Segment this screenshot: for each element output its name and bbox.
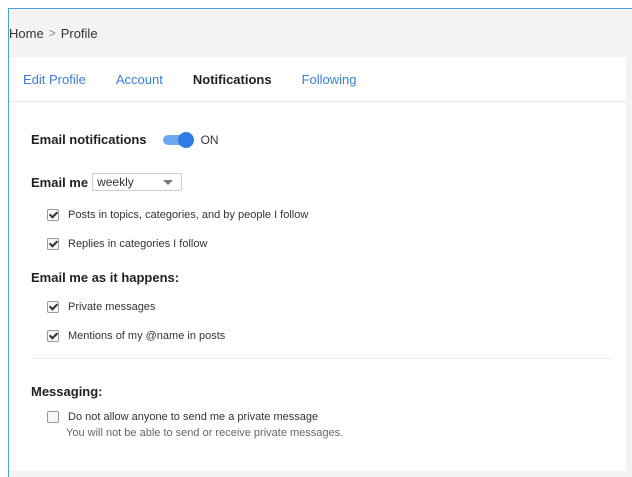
- breadcrumb-separator-icon: >: [48, 26, 56, 40]
- option-replies-categories: Replies in categories I follow: [47, 238, 207, 250]
- checkbox-mentions[interactable]: [47, 330, 59, 342]
- checkbox-posts-followed[interactable]: [47, 209, 59, 221]
- tab-edit-profile[interactable]: Edit Profile: [23, 72, 86, 87]
- option-label: Replies in categories I follow: [68, 238, 208, 250]
- option-mentions: Mentions of my @name in posts: [47, 330, 225, 342]
- email-frequency-value: weekly: [97, 175, 134, 189]
- messaging-heading: Messaging:: [31, 384, 103, 399]
- tab-notifications[interactable]: Notifications: [193, 72, 272, 87]
- email-frequency-select[interactable]: weekly: [92, 173, 183, 191]
- tab-bar: Edit Profile Account Notifications Follo…: [9, 57, 626, 102]
- messaging-note: You will not be able to send or receive …: [66, 427, 344, 439]
- app-frame: Home > Profile Edit Profile Account Noti…: [8, 8, 632, 477]
- option-label: Do not allow anyone to send me a private…: [68, 411, 319, 423]
- section-divider: [31, 358, 612, 359]
- email-notifications-toggle[interactable]: [162, 131, 194, 148]
- breadcrumb: Home > Profile: [9, 9, 632, 57]
- checkbox-replies-categories[interactable]: [47, 238, 59, 250]
- chevron-down-icon: [163, 180, 174, 185]
- email-as-it-happens-heading: Email me as it happens:: [31, 270, 180, 285]
- option-label: Mentions of my @name in posts: [68, 330, 226, 342]
- breadcrumb-home[interactable]: Home: [9, 26, 44, 41]
- settings-card: Edit Profile Account Notifications Follo…: [9, 57, 626, 471]
- email-notifications-label: Email notifications: [31, 132, 147, 147]
- email-me-row: Email me weekly: [31, 173, 183, 191]
- option-private-messages: Private messages: [47, 301, 155, 313]
- tab-account[interactable]: Account: [116, 72, 163, 87]
- option-label: Posts in topics, categories, and by peop…: [68, 209, 309, 221]
- email-notifications-row: Email notifications ON: [31, 131, 219, 148]
- breadcrumb-current: Profile: [60, 25, 98, 41]
- toggle-state-label: ON: [200, 132, 219, 147]
- tab-following[interactable]: Following: [302, 72, 357, 87]
- email-me-label: Email me: [31, 174, 89, 190]
- option-posts-followed: Posts in topics, categories, and by peop…: [47, 209, 308, 221]
- checkbox-private-messages[interactable]: [47, 301, 59, 313]
- option-label: Private messages: [68, 301, 156, 313]
- toggle-knob: [177, 131, 194, 148]
- option-disable-private-messages: Do not allow anyone to send me a private…: [47, 411, 318, 423]
- checkbox-disable-private-messages[interactable]: [47, 411, 59, 423]
